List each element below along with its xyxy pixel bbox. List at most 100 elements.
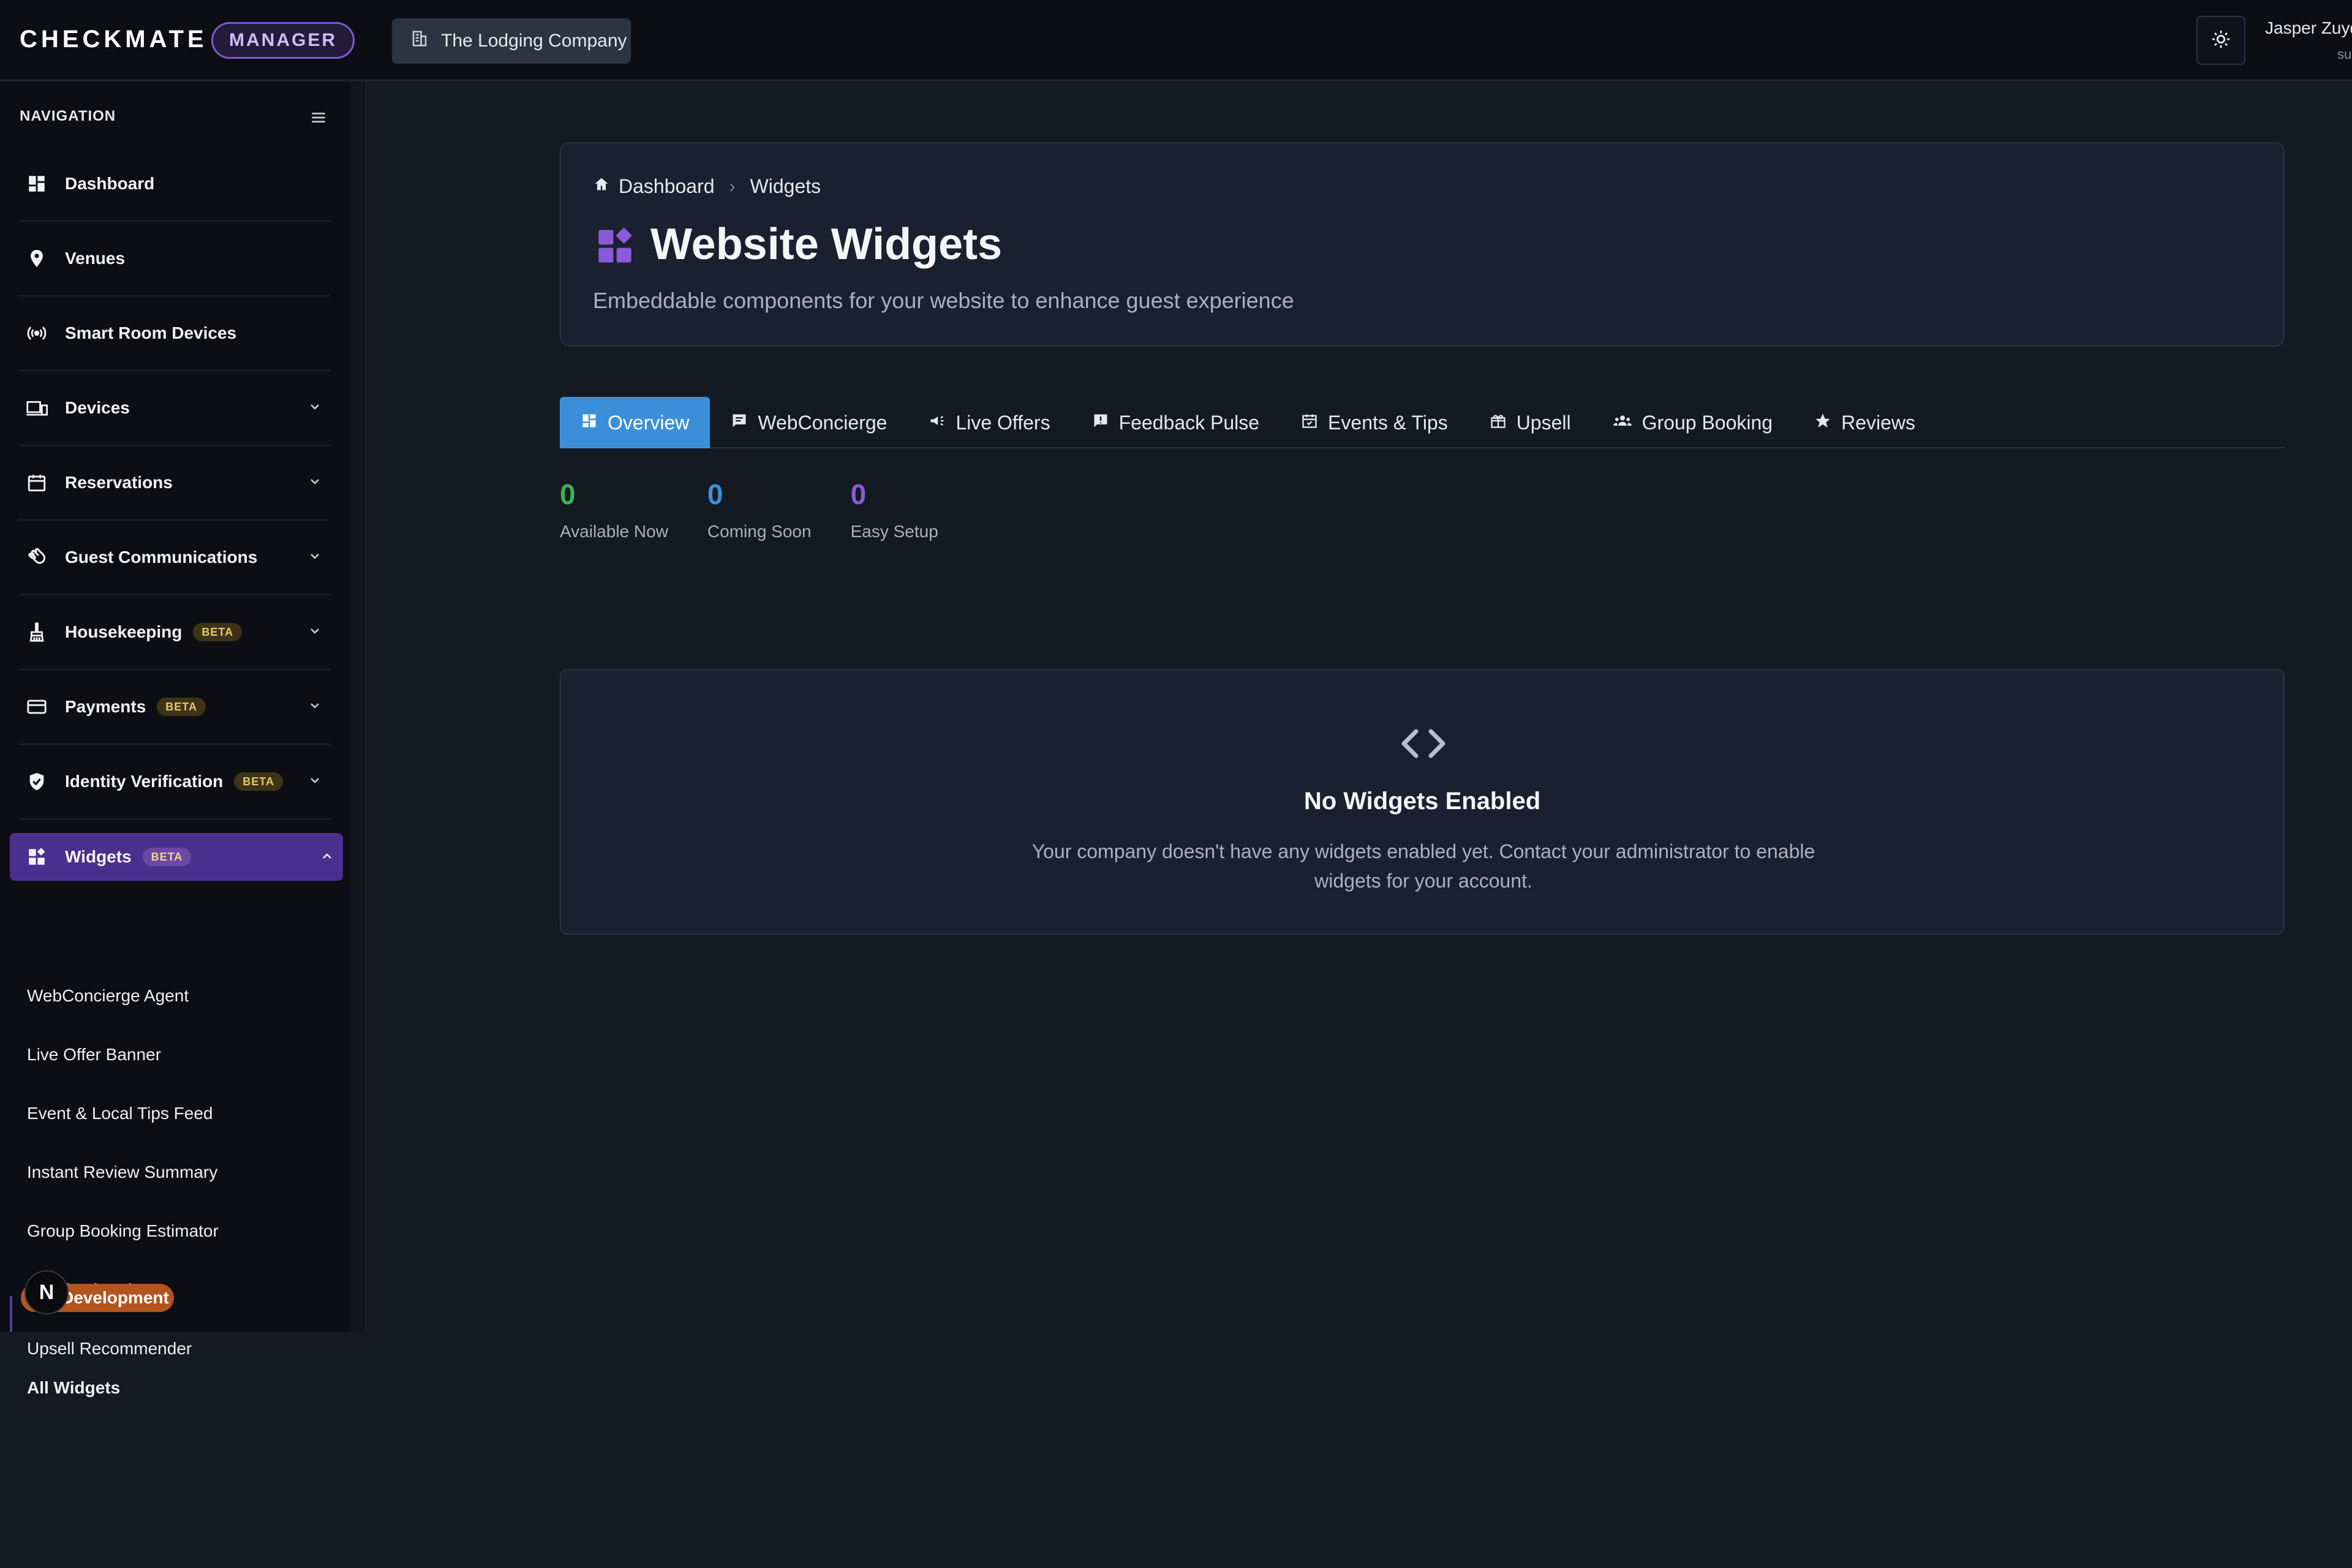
breadcrumb-dashboard[interactable]: Dashboard [619,175,715,198]
chat-icon [731,412,748,434]
company-name: The Lodging Company [441,31,627,51]
theme-toggle-button[interactable] [2196,16,2245,65]
stats-row: 0 Available Now 0 Coming Soon 0 Easy Set… [560,478,938,541]
widgets-icon [26,846,48,868]
home-icon [593,175,610,198]
page-header-card: Dashboard › Widgets Website Widgets Embe… [560,142,2285,347]
brand-logo[interactable]: CHECKMATE [20,26,208,53]
tab-overview[interactable]: Overview [560,397,710,448]
sidebar-item-label: Devices [65,398,130,417]
submenu-item[interactable]: Group Booking Estimator [27,1202,333,1261]
chevron-down-icon[interactable] [307,624,322,641]
tab-upsell[interactable]: Upsell [1469,397,1592,448]
feedback-icon [1092,412,1109,434]
sidebar-item-label: Reservations [65,473,173,492]
chevron-right-icon: › [729,176,736,197]
stat-available-now: 0 Available Now [560,478,668,541]
sidebar-item-guest-communications[interactable]: Guest Communications [18,521,331,595]
sidebar-item-identity-verification[interactable]: Identity Verification BETA [18,745,331,820]
submenu-active-indicator [10,1296,12,1332]
sidebar-item-dashboard[interactable]: Dashboard [18,147,331,222]
widgets-submenu: WebConcierge Agent Live Offer Banner Eve… [27,967,333,1405]
broom-icon [26,621,48,643]
chevron-down-icon[interactable] [307,399,322,417]
sidebar: NAVIGATION Dashboard Venues Smart Room D… [0,82,366,1397]
sidebar-item-smart-room-devices[interactable]: Smart Room Devices [18,296,331,371]
calendar-icon [26,472,48,494]
building-icon [410,29,429,53]
sidebar-scrollbar[interactable] [350,82,364,1332]
tab-live-offers[interactable]: Live Offers [908,397,1071,448]
tab-events-tips[interactable]: Events & Tips [1280,397,1469,448]
credit-card-icon [26,696,48,718]
tab-label: Reviews [1841,411,1915,434]
code-icon [1396,722,1450,769]
tab-label: WebConcierge [758,411,888,434]
page-title: Website Widgets [650,220,1003,269]
breadcrumb-current: Widgets [750,175,821,197]
page-subtitle: Embeddable components for your website t… [593,288,1294,313]
menu-icon[interactable] [309,108,328,130]
stat-easy-setup: 0 Easy Setup [851,478,938,541]
calendar-check-icon [1301,412,1318,434]
chevron-down-icon[interactable] [307,474,322,492]
stat-value: 0 [560,478,576,510]
submenu-item[interactable]: Upsell Recommender [27,1319,333,1378]
sidebar-item-venues[interactable]: Venues [18,222,331,296]
sidebar-item-label: Payments [65,697,146,716]
tab-webconcierge[interactable]: WebConcierge [710,397,908,448]
chevron-up-icon[interactable] [320,849,334,867]
waving-hand-icon [26,546,48,568]
sidebar-item-devices[interactable]: Devices [18,371,331,446]
chevron-down-icon[interactable] [307,773,322,791]
dashboard-icon [26,173,48,195]
submenu-item-current[interactable]: All Widgets [27,1378,333,1405]
sidebar-item-label: Identity Verification [65,772,224,791]
submenu-item[interactable]: WebConcierge Agent [27,967,333,1025]
nextjs-logo-icon[interactable]: N [24,1270,69,1314]
tab-group-booking[interactable]: Group Booking [1592,397,1793,448]
tab-label: Live Offers [956,411,1050,434]
sidebar-item-reservations[interactable]: Reservations [18,446,331,521]
chevron-down-icon[interactable] [307,549,322,567]
tab-reviews[interactable]: Reviews [1793,397,1936,448]
sidebar-item-label: Widgets [65,847,132,866]
star-icon [1814,412,1831,434]
user-role: su [2337,47,2352,62]
grid-icon [581,412,598,434]
tab-label: Group Booking [1642,411,1773,434]
sidebar-item-widgets[interactable]: Widgets BETA [10,833,343,881]
company-selector[interactable]: The Lodging Company [392,18,631,64]
sidebar-item-payments[interactable]: Payments BETA [18,670,331,745]
stat-value: 0 [850,478,867,510]
submenu-item[interactable]: Instant Review Summary [27,1143,333,1202]
gift-icon [1490,412,1507,434]
user-name[interactable]: Jasper Zuyd [2265,18,2352,38]
empty-state-text: Your company doesn't have any widgets en… [1031,840,1815,892]
submenu-item[interactable]: Event & Local Tips Feed [27,1084,333,1143]
beta-badge: BETA [157,698,206,716]
sidebar-item-label: Guest Communications [65,548,258,567]
widgets-icon [595,227,635,269]
beta-badge: BETA [234,772,283,791]
nav-heading: NAVIGATION [20,108,116,124]
sidebar-item-label: Dashboard [65,174,155,193]
sidebar-item-housekeeping[interactable]: Housekeeping BETA [18,595,331,670]
sidebar-item-label: Smart Room Devices [65,323,237,342]
tab-label: Overview [608,411,690,434]
tab-bar: Overview WebConcierge Live Offers Feedba… [560,397,2285,448]
location-pin-icon [26,247,48,270]
stat-value: 0 [707,478,723,510]
tab-feedback-pulse[interactable]: Feedback Pulse [1071,397,1280,448]
chevron-down-icon[interactable] [307,698,322,716]
top-bar: CHECKMATE MANAGER The Lodging Company Ja… [0,0,2352,81]
devices-icon [26,397,48,419]
sun-icon [2211,29,2231,53]
stat-coming-soon: 0 Coming Soon [707,478,812,541]
megaphone-icon [929,412,946,434]
beta-badge: BETA [193,623,243,641]
breadcrumb: Dashboard › Widgets [593,175,821,198]
nav-list: Dashboard Venues Smart Room Devices Devi… [10,147,343,881]
submenu-item[interactable]: Live Offer Banner [27,1025,333,1084]
stat-label: Available Now [560,522,668,541]
